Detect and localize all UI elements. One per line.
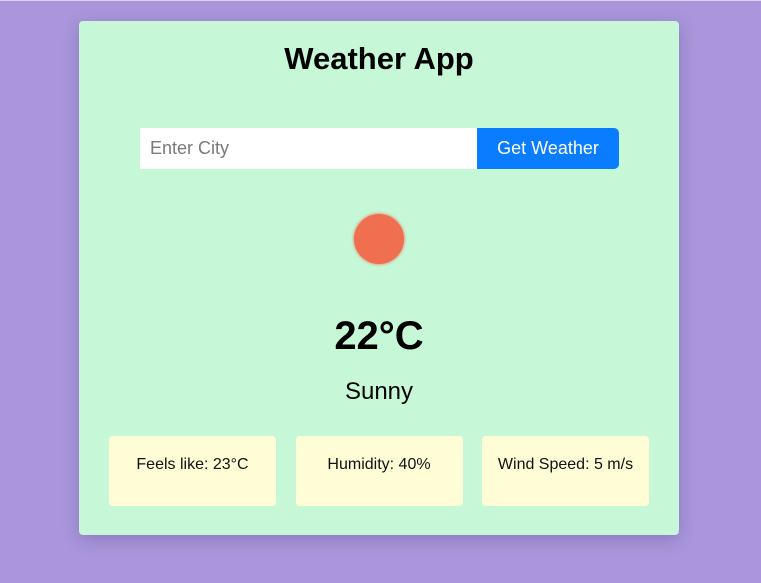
humidity-box: Humidity: 40% — [295, 436, 463, 506]
window-top-border — [0, 0, 761, 1]
temperature: 22°C — [334, 314, 424, 358]
sun-icon — [354, 214, 404, 264]
get-weather-button[interactable]: Get Weather — [477, 128, 619, 169]
wind-speed-box: Wind Speed: 5 m/s — [482, 436, 649, 506]
city-input[interactable] — [140, 128, 477, 169]
feels-like-box: Feels like: 23°C — [109, 436, 276, 506]
weather-card: Weather App Get Weather 22°C Sunny Feels… — [79, 21, 679, 535]
app-title: Weather App — [284, 41, 474, 76]
search-bar: Get Weather — [140, 128, 619, 169]
weather-details: Feels like: 23°C Humidity: 40% Wind Spee… — [109, 436, 649, 506]
weather-condition: Sunny — [344, 378, 414, 405]
